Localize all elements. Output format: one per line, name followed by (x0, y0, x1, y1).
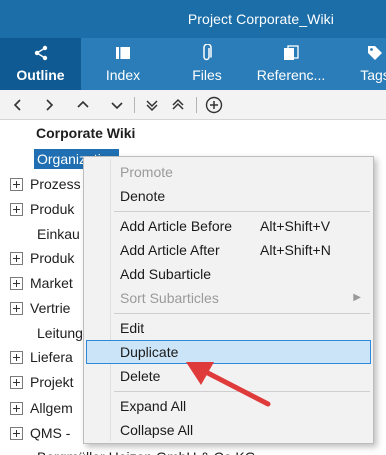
expand-icon[interactable] (10, 276, 23, 290)
tree-item[interactable]: Projekt (10, 371, 74, 393)
tree-item-label: Allgem (30, 400, 73, 416)
menu-item-label: Edit (120, 320, 145, 336)
menu-item-label: Denote (120, 188, 166, 204)
share-icon (0, 44, 81, 62)
tree-item-label: QMS - (30, 425, 71, 441)
expand-icon[interactable] (10, 301, 23, 315)
tab-index-label: Index (105, 67, 141, 83)
menu-separator (114, 391, 370, 392)
menu-item-collapse-all[interactable]: Collapse All (86, 418, 371, 442)
tree-item[interactable]: Produk (10, 247, 74, 269)
expand-icon[interactable] (10, 202, 23, 216)
tab-tags-label: Tags (360, 67, 386, 83)
expand-icon[interactable] (10, 401, 23, 415)
expand-icon[interactable] (10, 375, 23, 389)
tree-root[interactable]: Corporate Wiki (36, 122, 135, 144)
toolbar-separator (196, 97, 197, 113)
menu-item-label: Promote (120, 164, 173, 180)
menu-item-promote[interactable]: Promote (86, 160, 371, 184)
tree-item[interactable]: Liefera (10, 346, 73, 368)
tree-item[interactable]: QMS - (10, 422, 70, 444)
menu-item-label: Add Subarticle (120, 266, 212, 282)
tag-icon (333, 44, 386, 62)
tree-item-label: Leitung (37, 325, 83, 341)
tree-item-cut-off[interactable]: Bergmüller Heizen GmbH & Co KG (37, 446, 256, 455)
menu-item-add-article-after[interactable]: Add Article After Alt+Shift+N (86, 238, 371, 262)
collapse-all-icon[interactable] (167, 94, 189, 116)
add-circle-icon[interactable] (203, 94, 225, 116)
menu-item-expand-all[interactable]: Expand All (86, 394, 371, 418)
menu-item-label: Add Article Before (120, 218, 233, 234)
tree-item-label: Projekt (30, 374, 74, 390)
menu-item-shortcut: Alt+Shift+N (260, 242, 331, 258)
expand-icon[interactable] (10, 251, 23, 265)
tab-tags[interactable]: Tags (333, 38, 386, 90)
menu-item-label: Expand All (120, 398, 187, 414)
menu-item-edit[interactable]: Edit (86, 316, 371, 340)
move-left-icon[interactable] (7, 94, 29, 116)
menu-item-delete[interactable]: Delete (86, 364, 371, 388)
context-menu: Promote Denote Add Article Before Alt+Sh… (83, 156, 374, 444)
menu-separator (114, 313, 370, 314)
tree-item-label: Produk (30, 201, 75, 217)
tab-files-label: Files (192, 67, 222, 83)
move-down-icon[interactable] (106, 94, 128, 116)
tab-index[interactable]: Index (81, 38, 165, 90)
menu-item-sort-subarticles[interactable]: Sort Subarticles ▶ (86, 286, 371, 310)
menu-item-label: Sort Subarticles (120, 290, 219, 306)
tree-item[interactable]: Leitung (37, 322, 83, 344)
ribbon-tabs: Outline Index Files Referenc... Tag (0, 38, 386, 90)
tree-item-label: Liefera (30, 349, 73, 365)
outline-toolbar (0, 90, 386, 120)
move-up-icon[interactable] (72, 94, 94, 116)
expand-icon[interactable] (10, 426, 23, 440)
menu-item-label: Duplicate (120, 344, 179, 360)
menu-item-add-subarticle[interactable]: Add Subarticle (86, 262, 371, 286)
move-right-icon[interactable] (38, 94, 60, 116)
tab-files[interactable]: Files (165, 38, 249, 90)
expand-icon[interactable] (10, 177, 23, 191)
paperclip-icon (165, 44, 249, 62)
tree-item-label: Einkau (37, 226, 80, 242)
tab-outline-label: Outline (16, 67, 65, 83)
menu-item-label: Add Article After (120, 242, 220, 258)
tab-outline[interactable]: Outline (0, 38, 81, 90)
menu-item-duplicate[interactable]: Duplicate (86, 340, 371, 364)
menu-item-add-article-before[interactable]: Add Article Before Alt+Shift+V (86, 214, 371, 238)
tree-item[interactable]: Allgem (10, 397, 73, 419)
menu-item-label: Collapse All (120, 422, 194, 438)
submenu-arrow-icon: ▶ (353, 292, 361, 303)
tree-item-label: Vertrie (30, 300, 71, 316)
menu-item-label: Delete (120, 368, 161, 384)
tree-item[interactable]: Einkau (37, 223, 80, 245)
expand-all-icon[interactable] (141, 94, 163, 116)
tree-item[interactable]: Produk (10, 198, 74, 220)
toolbar-separator (134, 97, 135, 113)
references-icon (249, 44, 333, 62)
menu-item-shortcut: Alt+Shift+V (260, 218, 331, 234)
book-icon (81, 44, 165, 62)
tree-item[interactable]: Vertrie (10, 297, 70, 319)
tree-item-label: Produk (30, 250, 75, 266)
title-bar: Project Corporate_Wiki (0, 0, 386, 38)
tree-item[interactable]: Market (10, 272, 73, 294)
expand-icon[interactable] (10, 350, 23, 364)
window-title: Project Corporate_Wiki (187, 11, 334, 27)
tab-references[interactable]: Referenc... (249, 38, 333, 90)
tree-item[interactable]: Prozess (10, 173, 81, 195)
tab-references-label: Referenc... (256, 67, 326, 83)
tree-item-label: Market (30, 275, 73, 291)
menu-separator (114, 211, 370, 212)
tree-item-label: Prozess (30, 176, 81, 192)
menu-item-denote[interactable]: Denote (86, 184, 371, 208)
